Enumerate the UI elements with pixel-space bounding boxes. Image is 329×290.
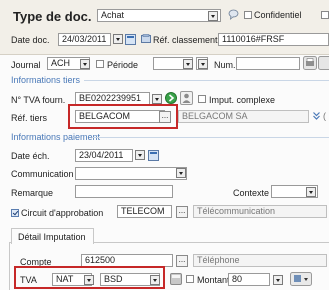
doc-type-select[interactable]: Achat [97, 9, 221, 22]
doc-type-dropdown-icon[interactable] [208, 11, 218, 21]
montant-value: 80 [232, 274, 242, 284]
contexte-label: Contexte [233, 188, 269, 198]
imput-complexe-label: Imput. complexe [209, 95, 275, 105]
circuit-lookup-button[interactable]: ... [176, 206, 188, 218]
montant-label: Montant [197, 275, 230, 285]
paiement-section-label: Informations paiement [11, 132, 100, 142]
tiers-section-divider [84, 80, 329, 81]
expand-chevron-icon[interactable] [312, 111, 321, 121]
periode-dropdown-icon[interactable] [183, 59, 193, 69]
journal-value: ACH [51, 58, 70, 68]
validate-go-icon[interactable] [165, 92, 177, 104]
ref-classement-label: Réf. classement [153, 35, 218, 45]
print-options-icon[interactable] [318, 56, 329, 70]
communication-dropdown-icon[interactable] [176, 168, 186, 178]
date-ech-value: 23/04/2011 [79, 150, 123, 160]
ref-classement-icon [141, 34, 151, 44]
row-action-icon[interactable] [290, 272, 312, 286]
tiers-section-label: Informations tiers [11, 75, 80, 85]
ref-tiers-extra-marker: ( [323, 111, 326, 121]
user-lookup-icon[interactable] [180, 91, 193, 105]
comment-icon[interactable] [228, 9, 239, 20]
date-doc-label: Date doc. [11, 35, 50, 45]
periode-label: Période [107, 60, 138, 70]
doc-type-title: Type de doc. [13, 9, 92, 24]
montant-checkbox[interactable] [186, 275, 194, 283]
confidential-label: Confidentiel [254, 10, 302, 20]
paiement-section-divider [92, 137, 329, 138]
ref-tiers-highlight [68, 104, 178, 129]
circuit-approbation-input[interactable]: TELECOM [117, 205, 172, 218]
imput-complexe-checkbox[interactable] [198, 95, 206, 103]
tva-fourn-label: N° TVA fourn. [11, 95, 65, 105]
ref-tiers-name: BELGACOM SA [182, 111, 248, 121]
tab-detail-imputation-label: Détail Imputation [18, 232, 86, 242]
montant-dropdown-icon[interactable] [273, 275, 283, 285]
journal-label: Journal [11, 60, 41, 70]
calculator-icon[interactable] [170, 273, 182, 285]
print-icon[interactable] [303, 56, 317, 70]
ref-classement-input[interactable]: 1110016#FRSF [218, 33, 329, 46]
ref-tiers-name-field: BELGACOM SA [178, 110, 309, 123]
date-doc-value: 24/03/2011 [62, 34, 106, 44]
tva-highlight [14, 266, 165, 289]
ref-classement-value: 1110016#FRSF [222, 34, 284, 44]
compte-value: 612500 [85, 255, 115, 265]
periode-checkbox[interactable] [96, 60, 104, 68]
date-ech-label: Date éch. [11, 151, 50, 161]
circuit-approbation-value: TELECOM [121, 206, 165, 216]
date-ech-dropdown-icon[interactable] [135, 150, 145, 160]
date-ech-calendar-icon[interactable] [148, 150, 159, 161]
communication-label: Communication [11, 169, 74, 179]
periode-extra-dropdown-icon[interactable] [198, 59, 208, 69]
ref-tiers-label: Réf. tiers [11, 113, 47, 123]
montant-input[interactable]: 80 [228, 273, 270, 286]
compte-lookup-button[interactable]: ... [176, 255, 188, 267]
date-ech-input[interactable]: 23/04/2011 [75, 149, 133, 162]
remarque-input[interactable] [75, 185, 173, 198]
tva-fourn-value: BE0202239951 [79, 93, 141, 103]
date-doc-input[interactable]: 24/03/2011 [58, 33, 111, 46]
num-input[interactable] [236, 57, 300, 70]
contexte-dropdown-icon[interactable] [306, 187, 316, 197]
remarque-label: Remarque [11, 188, 53, 198]
tva-fourn-dropdown-icon[interactable] [152, 94, 162, 104]
compte-desc: Téléphone [197, 255, 240, 265]
date-doc-calendar-icon[interactable] [125, 34, 136, 45]
circuit-approbation-checkbox[interactable] [11, 209, 19, 217]
communication-select[interactable] [75, 167, 187, 180]
confidential-checkbox[interactable] [244, 11, 252, 19]
journal-dropdown-icon[interactable] [80, 59, 90, 69]
doc-type-value: Achat [101, 10, 124, 20]
extra-checkbox[interactable] [321, 11, 329, 19]
date-doc-dropdown-icon[interactable] [113, 34, 123, 44]
num-label: Num. [214, 60, 236, 70]
circuit-desc: Télécommunication [197, 206, 275, 216]
circuit-desc-field: Télécommunication [193, 205, 327, 218]
circuit-approbation-label: Circuit d'approbation [21, 208, 103, 218]
compte-desc-field: Téléphone [193, 254, 327, 267]
